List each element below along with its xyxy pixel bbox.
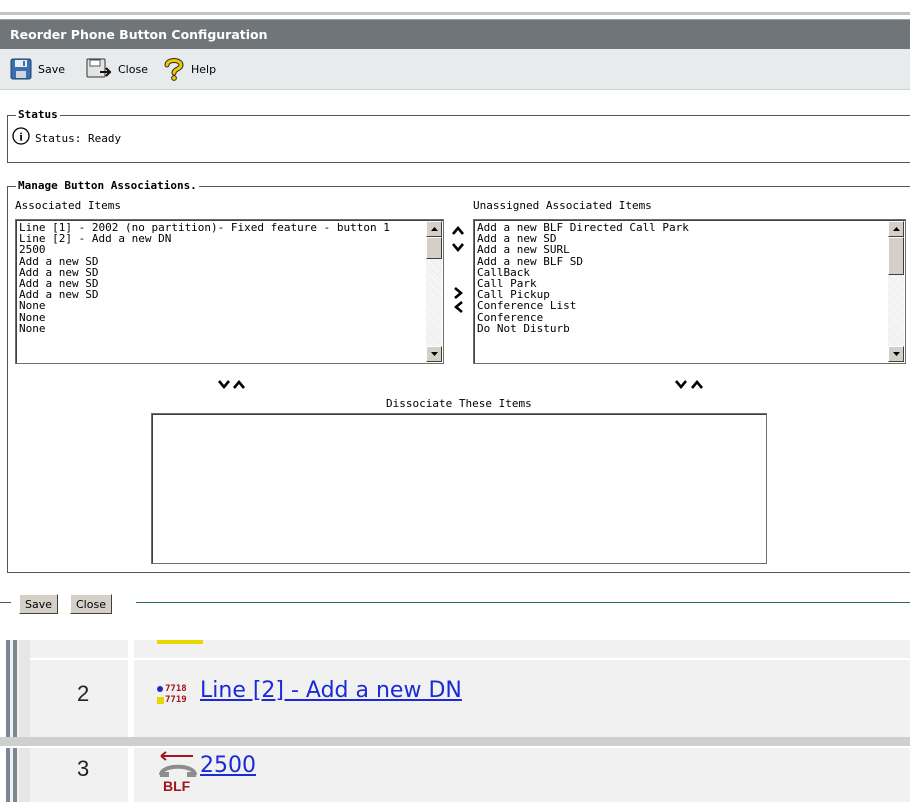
list-item[interactable]: Add a new SD xyxy=(19,256,425,267)
list-item[interactable]: Add a new SD xyxy=(19,289,425,300)
chevron-up-icon xyxy=(691,379,703,389)
row-number: 2 xyxy=(77,681,90,706)
list-item[interactable]: Add a new SD xyxy=(477,233,887,244)
scroll-down-icon xyxy=(430,352,438,356)
associated-to-dissociate-down-button[interactable] xyxy=(218,374,230,393)
blf-badge: BLF xyxy=(157,750,199,800)
left-rail xyxy=(13,640,17,802)
status-text: Status: Ready xyxy=(35,131,122,145)
footer-divider-right xyxy=(136,602,910,603)
scroll-up-icon xyxy=(892,227,900,231)
list-item[interactable]: 2500 xyxy=(19,244,425,255)
dissociate-to-unassigned-up-button[interactable] xyxy=(691,374,703,393)
chevron-up-icon xyxy=(233,379,245,389)
status-row: i Status: Ready xyxy=(12,127,121,149)
footer-save-button[interactable]: Save xyxy=(19,594,59,614)
badge-top-number: 7718 xyxy=(165,684,187,694)
list-item[interactable]: Add a new BLF SD xyxy=(477,256,887,267)
list-item[interactable]: None xyxy=(19,312,425,323)
associated-scroll-thumb[interactable] xyxy=(426,237,442,259)
chevron-down-icon xyxy=(675,380,687,390)
scroll-down-icon xyxy=(892,352,900,356)
list-item[interactable]: Add a new SD xyxy=(19,267,425,278)
footer-close-button[interactable]: Close xyxy=(70,594,112,614)
close-button[interactable]: Close xyxy=(86,57,148,81)
list-item[interactable]: Conference List xyxy=(477,300,887,311)
list-item[interactable]: Conference xyxy=(477,312,887,323)
line-2500-link[interactable]: 2500 xyxy=(200,753,256,778)
dissociate-label: Dissociate These Items xyxy=(386,397,532,410)
chevron-left-icon xyxy=(453,301,463,313)
row-separator xyxy=(0,737,910,746)
move-down-button[interactable] xyxy=(452,237,464,256)
title-bar: Reorder Phone Button Configuration xyxy=(0,19,910,50)
info-icon: i xyxy=(12,127,30,149)
scroll-down-button[interactable] xyxy=(888,346,904,362)
associated-items-label: Associated Items xyxy=(15,199,121,212)
associated-items-list[interactable]: Line [1] - 2002 (no partition)- Fixed fe… xyxy=(15,219,444,364)
column-divider xyxy=(128,640,134,802)
scroll-up-button[interactable] xyxy=(888,221,904,237)
footer-divider-left xyxy=(0,602,11,603)
status-legend: Status xyxy=(16,108,60,121)
badge-bottom-number: 7719 xyxy=(165,695,187,705)
unassigned-scrollbar[interactable] xyxy=(888,221,904,362)
list-item[interactable]: Line [2] - Add a new DN xyxy=(19,233,425,244)
chevron-down-icon xyxy=(218,380,230,390)
list-item[interactable]: Call Park xyxy=(477,278,887,289)
row-number: 3 xyxy=(77,756,90,781)
associated-items: Line [1] - 2002 (no partition)- Fixed fe… xyxy=(19,222,425,334)
scroll-up-button[interactable] xyxy=(426,221,442,237)
unassigned-scroll-thumb[interactable] xyxy=(888,237,904,275)
phone-preview: 2 7718 7719 Line [2] - Add a new DN 3 BL… xyxy=(0,640,910,802)
line-square-icon xyxy=(157,697,164,704)
list-item[interactable]: Add a new SURL xyxy=(477,244,887,255)
save-icon xyxy=(10,58,32,80)
unassigned-items-list[interactable]: Add a new BLF Directed Call Park Add a ne… xyxy=(473,219,906,364)
status-panel xyxy=(7,115,910,163)
scroll-up-icon xyxy=(430,227,438,231)
save-button[interactable]: Save xyxy=(10,57,65,81)
save-label: Save xyxy=(38,62,66,76)
blf-label: BLF xyxy=(163,778,191,794)
line-2-link[interactable]: Line [2] - Add a new DN xyxy=(200,678,462,703)
unassigned-to-dissociate-down-button[interactable] xyxy=(675,374,687,393)
list-item[interactable]: Add a new BLF Directed Call Park xyxy=(477,222,887,233)
list-item[interactable]: CallBack xyxy=(477,267,887,278)
chevron-up-icon xyxy=(452,225,464,235)
help-icon xyxy=(163,57,185,81)
dissociate-to-associated-up-button[interactable] xyxy=(233,374,245,393)
close-label: Close xyxy=(118,62,148,76)
page-title: Reorder Phone Button Configuration xyxy=(10,27,268,42)
associated-scrollbar[interactable] xyxy=(426,221,442,362)
handset-arrow-icon xyxy=(159,751,197,777)
list-item[interactable]: None xyxy=(19,300,425,311)
unassigned-items: Add a new BLF Directed Call Park Add a ne… xyxy=(477,222,887,334)
list-item[interactable]: None xyxy=(19,323,425,334)
close-icon xyxy=(86,58,112,80)
list-item[interactable]: Add a new SD xyxy=(19,278,425,289)
help-label: Help xyxy=(191,62,217,76)
top-divider xyxy=(0,12,910,15)
dissociate-items-list[interactable] xyxy=(151,413,767,564)
list-item[interactable]: Do Not Disturb xyxy=(477,323,887,334)
unassigned-items-label: Unassigned Associated Items xyxy=(473,199,652,212)
list-item[interactable]: Call Pickup xyxy=(477,289,887,300)
left-rail xyxy=(6,640,10,802)
help-button[interactable]: Help xyxy=(163,57,216,81)
list-item[interactable]: Line [1] - 2002 (no partition)- Fixed fe… xyxy=(19,222,425,233)
move-left-button[interactable] xyxy=(453,298,463,317)
manage-legend: Manage Button Associations. xyxy=(16,179,199,192)
toolbar: Save Close Help xyxy=(0,49,910,90)
line-dot-icon xyxy=(157,686,163,692)
badge-remnant xyxy=(157,640,203,644)
chevron-down-icon xyxy=(452,243,464,253)
scroll-down-button[interactable] xyxy=(426,346,442,362)
